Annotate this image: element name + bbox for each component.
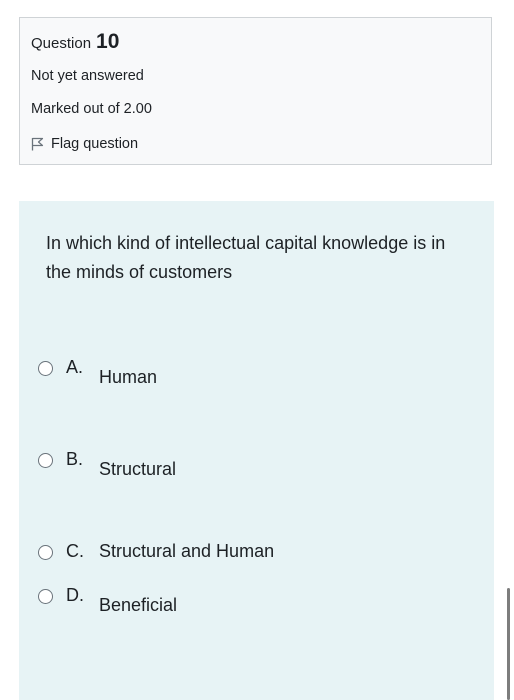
flag-icon	[31, 137, 44, 151]
scrollbar[interactable]	[507, 588, 510, 700]
flag-question-link[interactable]: Flag question	[31, 136, 138, 152]
radio-button-c[interactable]	[38, 545, 53, 560]
answer-option-a[interactable]: A. Human	[38, 357, 438, 387]
option-letter-d: D.	[66, 585, 84, 605]
answer-option-b[interactable]: B. Structural	[38, 449, 438, 479]
quiz-page: Question 10 Not yet answered Marked out …	[0, 0, 514, 700]
flag-question-label: Flag question	[51, 136, 139, 152]
question-number: Question 10	[31, 30, 119, 54]
option-label-b[interactable]: Structural	[99, 459, 176, 480]
option-letter-a: A.	[66, 357, 84, 377]
question-text: In which kind of intellectual capital kn…	[46, 233, 446, 282]
answer-option-d[interactable]: D. Beneficial	[38, 585, 438, 615]
option-label-d[interactable]: Beneficial	[99, 595, 177, 616]
question-grade: Marked out of 2.00	[31, 101, 152, 117]
option-label-a[interactable]: Human	[99, 367, 157, 388]
question-state: Not yet answered	[31, 68, 144, 84]
radio-button-d[interactable]	[38, 589, 53, 604]
option-letter-b: B.	[66, 449, 84, 469]
option-letter-c: C.	[66, 541, 84, 561]
question-label: Question	[31, 35, 92, 52]
question-info-box: Question 10 Not yet answered Marked out …	[19, 17, 492, 165]
option-label-c[interactable]: Structural and Human	[99, 541, 274, 562]
question-number-value: 10	[96, 30, 120, 53]
radio-button-a[interactable]	[38, 361, 53, 376]
answer-option-c[interactable]: C. Structural and Human	[38, 541, 438, 571]
radio-button-b[interactable]	[38, 453, 53, 468]
